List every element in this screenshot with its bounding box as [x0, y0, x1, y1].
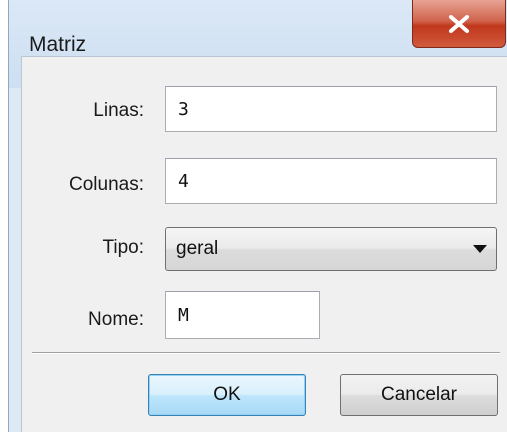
dialog-window: Matriz Linas: Colunas: Tipo: geral Nome:…: [8, 0, 507, 432]
cols-label: Colunas:: [69, 174, 144, 195]
chevron-down-icon: [473, 245, 487, 253]
type-label: Tipo:: [102, 237, 144, 258]
cancel-button[interactable]: Cancelar: [340, 374, 498, 416]
type-select-value: geral: [176, 238, 219, 259]
close-icon: [449, 14, 469, 33]
window-title: Matriz: [29, 33, 87, 56]
rows-label: Linas:: [93, 100, 144, 121]
close-button[interactable]: [412, 0, 506, 48]
name-input[interactable]: [165, 291, 320, 339]
ok-button[interactable]: OK: [148, 374, 306, 416]
dialog-body: Linas: Colunas: Tipo: geral Nome: OK Can…: [21, 56, 507, 432]
name-label: Nome:: [88, 309, 144, 330]
cols-input[interactable]: [165, 158, 497, 204]
rows-input[interactable]: [165, 86, 497, 132]
separator: [32, 352, 500, 354]
type-select[interactable]: geral: [165, 227, 497, 271]
